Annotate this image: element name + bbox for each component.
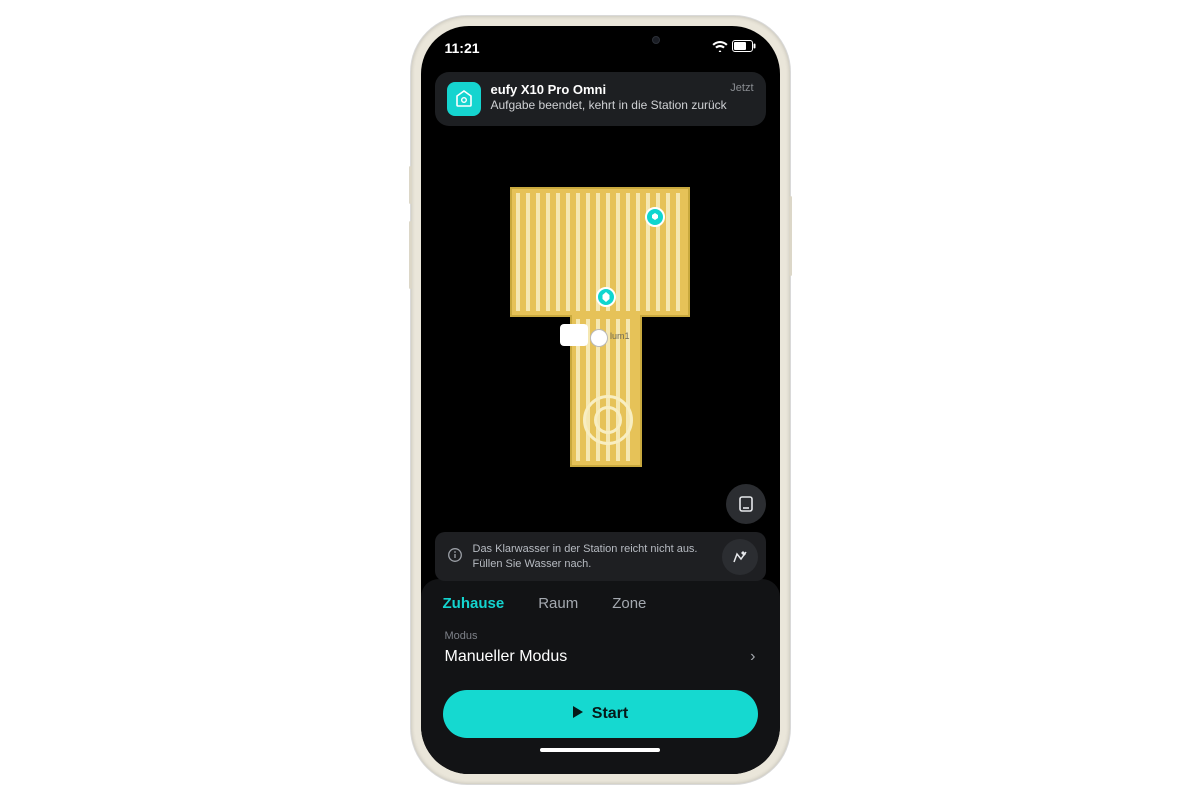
map-viewport[interactable]: lum1 (421, 126, 780, 528)
notification-time: Jetzt (730, 82, 753, 97)
dock-station-icon (560, 324, 588, 346)
warning-text: Das Klarwasser in der Station reicht nic… (473, 542, 727, 571)
floorplan: lum1 (510, 187, 690, 467)
notification-message: Aufgabe beendet, kehrt in die Station zu… (491, 98, 754, 114)
save-map-button[interactable] (726, 484, 766, 524)
warning-row: Das Klarwasser in der Station reicht nic… (421, 528, 780, 585)
tab-zone[interactable]: Zone (612, 595, 646, 612)
battery-icon (732, 40, 756, 52)
push-notification[interactable]: eufy X10 Pro Omni Jetzt Aufgabe beendet,… (435, 72, 766, 126)
clean-mode-tabs: Zuhause Raum Zone (421, 579, 780, 624)
water-warning-banner[interactable]: Das Klarwasser in der Station reicht nic… (435, 532, 766, 581)
chevron-right-icon: › (750, 648, 755, 666)
control-panel: Zuhause Raum Zone Modus Manueller Modus … (421, 579, 780, 774)
notification-title: eufy X10 Pro Omni (491, 82, 607, 97)
mode-value: Manueller Modus (445, 648, 568, 666)
map-edit-button[interactable] (722, 539, 758, 575)
screen: 11:21 eufy X10 Pro Omni Jetzt Aufgab (421, 26, 780, 774)
notch (520, 26, 680, 54)
mode-label: Modus (445, 630, 756, 642)
play-icon (572, 705, 584, 724)
wifi-icon (712, 40, 728, 52)
power-button (789, 196, 792, 276)
phone-frame: 11:21 eufy X10 Pro Omni Jetzt Aufgab (411, 16, 790, 784)
home-indicator[interactable] (540, 748, 660, 752)
tab-room[interactable]: Raum (538, 595, 578, 612)
clock: 11:21 (445, 40, 480, 56)
start-button[interactable]: Start (443, 690, 758, 738)
tab-home[interactable]: Zuhause (443, 595, 505, 612)
status-icons (712, 40, 756, 52)
front-camera (652, 36, 660, 44)
room-label: lum1 (610, 331, 630, 341)
mode-row[interactable]: Modus Manueller Modus › (421, 624, 780, 682)
start-button-label: Start (592, 705, 628, 723)
eufy-app-icon (447, 82, 481, 116)
info-icon (447, 547, 463, 566)
